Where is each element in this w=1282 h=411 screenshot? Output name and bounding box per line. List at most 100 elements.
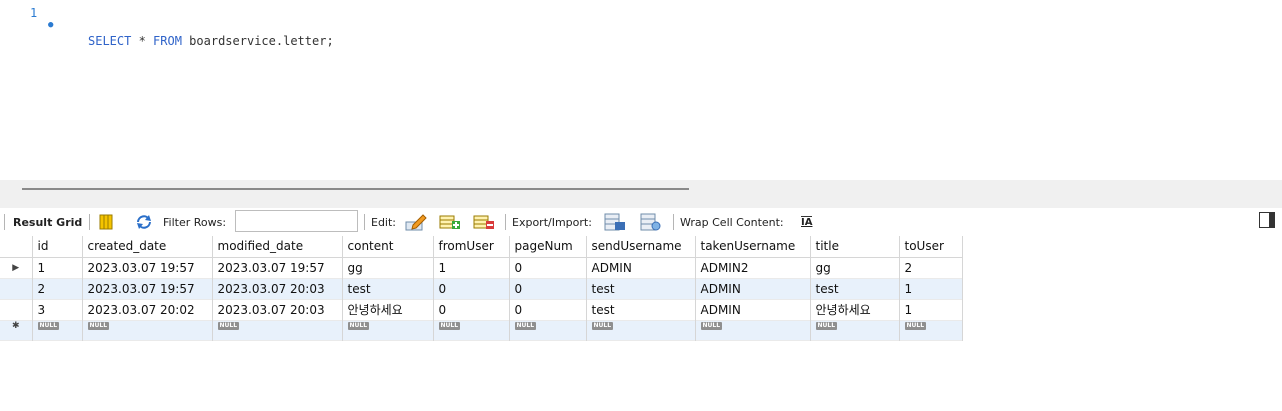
table-cell[interactable]: 1 (32, 257, 83, 278)
toolbar-separator (89, 214, 90, 230)
result-grid[interactable]: id created_date modified_date content fr… (0, 236, 963, 341)
null-cell[interactable]: NULL (899, 320, 963, 340)
table-cell[interactable]: 2023.03.07 19:57 (212, 257, 343, 278)
result-grid-tab[interactable]: Result Grid (13, 208, 82, 236)
null-badge: NULL (904, 321, 927, 330)
table-row[interactable]: 3 2023.03.07 20:02 2023.03.07 20:03 안녕하세… (0, 299, 963, 320)
table-row[interactable]: 2 2023.03.07 19:57 2023.03.07 20:03 test… (0, 278, 963, 299)
table-cell[interactable]: ADMIN (695, 299, 811, 320)
toolbar-separator (4, 214, 5, 230)
column-header[interactable]: takenUsername (695, 236, 811, 258)
table-cell[interactable]: ADMIN2 (695, 257, 811, 278)
null-badge: NULL (217, 321, 240, 330)
row-marker-header (0, 236, 33, 258)
null-cell[interactable]: NULL (810, 320, 900, 340)
table-cell[interactable]: 안녕하세요 (810, 299, 900, 320)
table-cell[interactable]: 2023.03.07 20:03 (212, 278, 343, 299)
table-cell[interactable]: test (586, 278, 696, 299)
row-marker (0, 299, 33, 320)
column-header[interactable]: toUser (899, 236, 963, 258)
null-badge: NULL (591, 321, 614, 330)
export-import-label: Export/Import: (512, 215, 592, 229)
side-panel-toggle-icon[interactable] (1259, 212, 1275, 228)
table-cell[interactable]: 2023.03.07 19:57 (82, 257, 213, 278)
code-line-1[interactable]: 1 ● SELECT * FROM boardservice.letter; (0, 0, 334, 48)
refresh-icon[interactable] (135, 213, 153, 231)
column-header[interactable]: pageNum (509, 236, 587, 258)
table-cell[interactable]: test (586, 299, 696, 320)
table-cell[interactable]: gg (342, 257, 434, 278)
table-cell[interactable]: 1 (433, 257, 510, 278)
line-number: 1 (30, 6, 38, 20)
sql-keyword-select: SELECT (88, 34, 132, 48)
table-cell[interactable]: 0 (509, 278, 587, 299)
table-cell[interactable]: 0 (509, 257, 587, 278)
current-row-marker-icon: ▶ (0, 257, 33, 278)
column-header[interactable]: modified_date (212, 236, 343, 258)
wrap-cell-toggle-icon[interactable]: IA (801, 216, 813, 228)
null-cell[interactable]: NULL (509, 320, 587, 340)
column-header[interactable]: id (32, 236, 83, 258)
column-header[interactable]: title (810, 236, 900, 258)
table-cell[interactable]: 2023.03.07 20:03 (212, 299, 343, 320)
toolbar-separator (364, 214, 365, 230)
horizontal-scrollbar[interactable] (22, 188, 689, 190)
column-header[interactable]: content (342, 236, 434, 258)
table-cell[interactable]: ADMIN (586, 257, 696, 278)
null-cell[interactable]: NULL (695, 320, 811, 340)
grid-layout-icon[interactable] (97, 213, 115, 231)
table-cell[interactable]: 1 (899, 299, 963, 320)
table-cell[interactable]: test (810, 278, 900, 299)
table-cell[interactable]: 2023.03.07 19:57 (82, 278, 213, 299)
table-cell[interactable]: 0 (433, 299, 510, 320)
toolbar-separator (505, 214, 506, 230)
delete-row-icon[interactable] (473, 213, 495, 231)
row-marker (0, 278, 33, 299)
column-header[interactable]: sendUsername (586, 236, 696, 258)
add-row-icon[interactable] (439, 213, 461, 231)
null-badge: NULL (438, 321, 461, 330)
sql-editor[interactable]: 1 ● SELECT * FROM boardservice.letter; (0, 0, 1282, 180)
sql-star: * (131, 34, 154, 48)
null-cell[interactable]: NULL (32, 320, 83, 340)
sql-keyword-from: FROM (153, 34, 182, 48)
filter-rows-label: Filter Rows: (163, 215, 227, 229)
null-cell[interactable]: NULL (82, 320, 213, 340)
table-cell[interactable]: gg (810, 257, 900, 278)
column-header[interactable]: fromUser (433, 236, 510, 258)
table-cell[interactable]: 2023.03.07 20:02 (82, 299, 213, 320)
null-cell[interactable]: NULL (212, 320, 343, 340)
null-cell[interactable]: NULL (586, 320, 696, 340)
edit-row-icon[interactable] (405, 213, 427, 231)
table-cell[interactable]: 3 (32, 299, 83, 320)
null-cell[interactable]: NULL (342, 320, 434, 340)
table-cell[interactable]: 0 (433, 278, 510, 299)
table-cell[interactable]: ADMIN (695, 278, 811, 299)
null-badge: NULL (37, 321, 60, 330)
import-icon[interactable] (640, 213, 662, 231)
new-row-marker-icon: ✱ (0, 320, 33, 340)
table-cell[interactable]: 2 (32, 278, 83, 299)
grid-empty-area (0, 346, 1282, 411)
column-header[interactable]: created_date (82, 236, 213, 258)
toolbar-separator (673, 214, 674, 230)
wrap-cell-content-label: Wrap Cell Content: (680, 215, 784, 229)
table-cell[interactable]: 2 (899, 257, 963, 278)
sql-statement: SELECT * FROM boardservice.letter; (88, 34, 334, 48)
grid-header-row: id created_date modified_date content fr… (0, 236, 963, 258)
sql-table-name: boardservice.letter; (181, 34, 334, 48)
null-badge: NULL (347, 321, 370, 330)
table-row[interactable]: ▶ 1 2023.03.07 19:57 2023.03.07 19:57 gg… (0, 257, 963, 278)
table-cell[interactable]: test (342, 278, 434, 299)
filter-rows-input[interactable] (235, 210, 358, 232)
table-cell[interactable]: 안녕하세요 (342, 299, 434, 320)
edit-label: Edit: (371, 215, 397, 229)
new-row[interactable]: ✱ NULL NULL NULL NULL NULL NULL NULL NUL… (0, 320, 963, 340)
null-cell[interactable]: NULL (433, 320, 510, 340)
table-cell[interactable]: 0 (509, 299, 587, 320)
null-badge: NULL (700, 321, 723, 330)
fold-marker-icon[interactable]: ● (48, 20, 53, 30)
table-cell[interactable]: 1 (899, 278, 963, 299)
export-icon[interactable] (604, 213, 626, 231)
editor-results-splitter[interactable] (0, 180, 1282, 208)
